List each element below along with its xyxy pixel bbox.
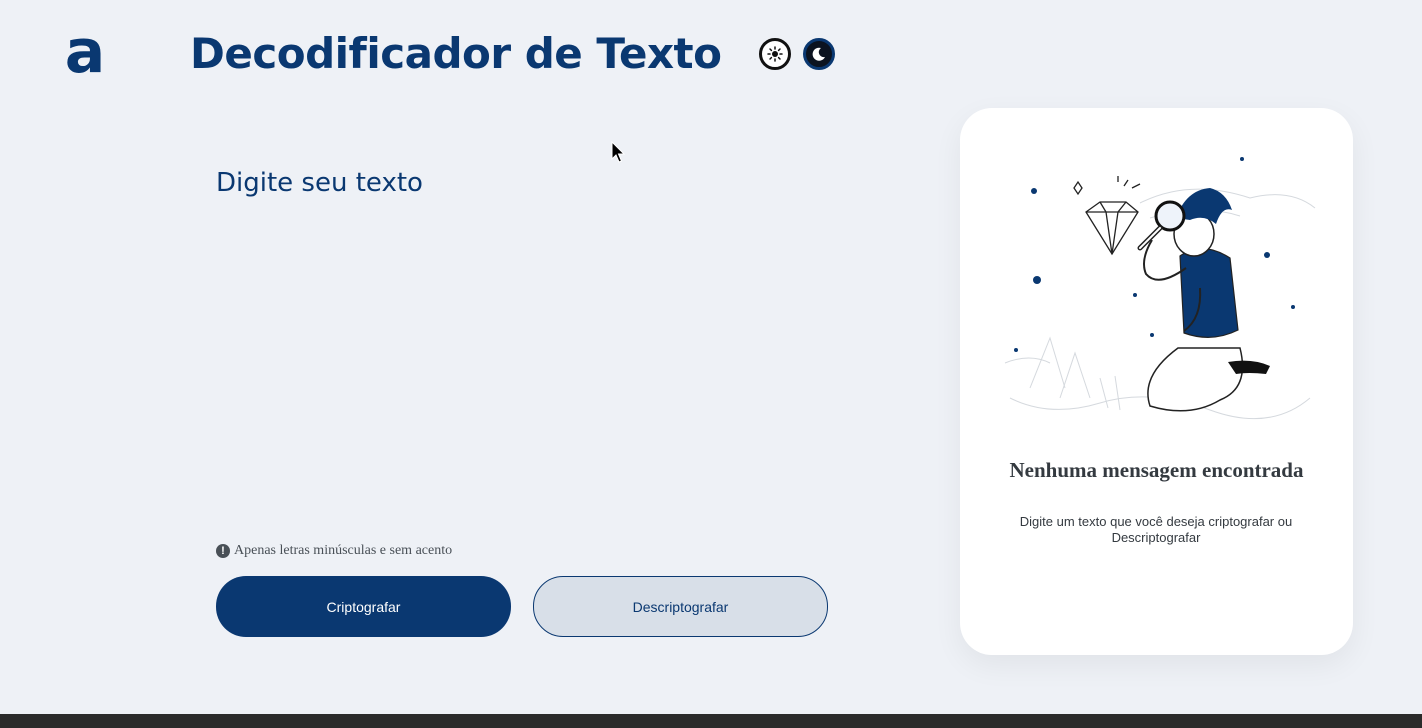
encrypt-button[interactable]: Criptografar — [216, 576, 511, 637]
text-input[interactable] — [216, 168, 816, 528]
page-title: Decodificador de Texto — [190, 29, 722, 78]
alura-logo: a — [64, 17, 106, 87]
exclamation-icon: ! — [216, 544, 230, 558]
dark-theme-button[interactable] — [803, 38, 835, 70]
hint-text: Apenas letras minúsculas e sem acento — [234, 543, 453, 558]
decrypt-button[interactable]: Descriptografar — [533, 576, 828, 637]
mouse-cursor-icon — [611, 141, 626, 163]
empty-message-text: Digite um texto que você deseja criptogr… — [1019, 514, 1293, 545]
person-with-magnifier-illustration — [1004, 157, 1316, 420]
moon-icon — [812, 47, 825, 61]
bottom-bar — [0, 714, 1422, 728]
light-theme-button[interactable] — [759, 38, 791, 70]
input-hint: ! Apenas letras minúsculas e sem acento — [216, 543, 452, 559]
sun-icon — [767, 46, 783, 62]
output-panel: Nenhuma mensagem encontrada Digite um te… — [960, 108, 1353, 655]
empty-message-title: Nenhuma mensagem encontrada — [1009, 458, 1304, 482]
